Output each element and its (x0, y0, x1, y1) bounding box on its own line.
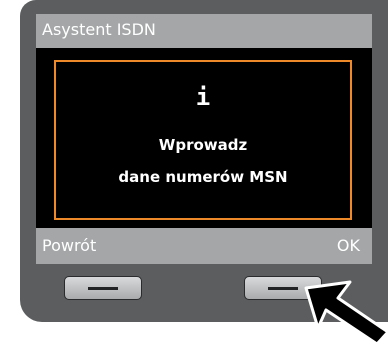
pointer-arrow-icon (304, 280, 388, 344)
